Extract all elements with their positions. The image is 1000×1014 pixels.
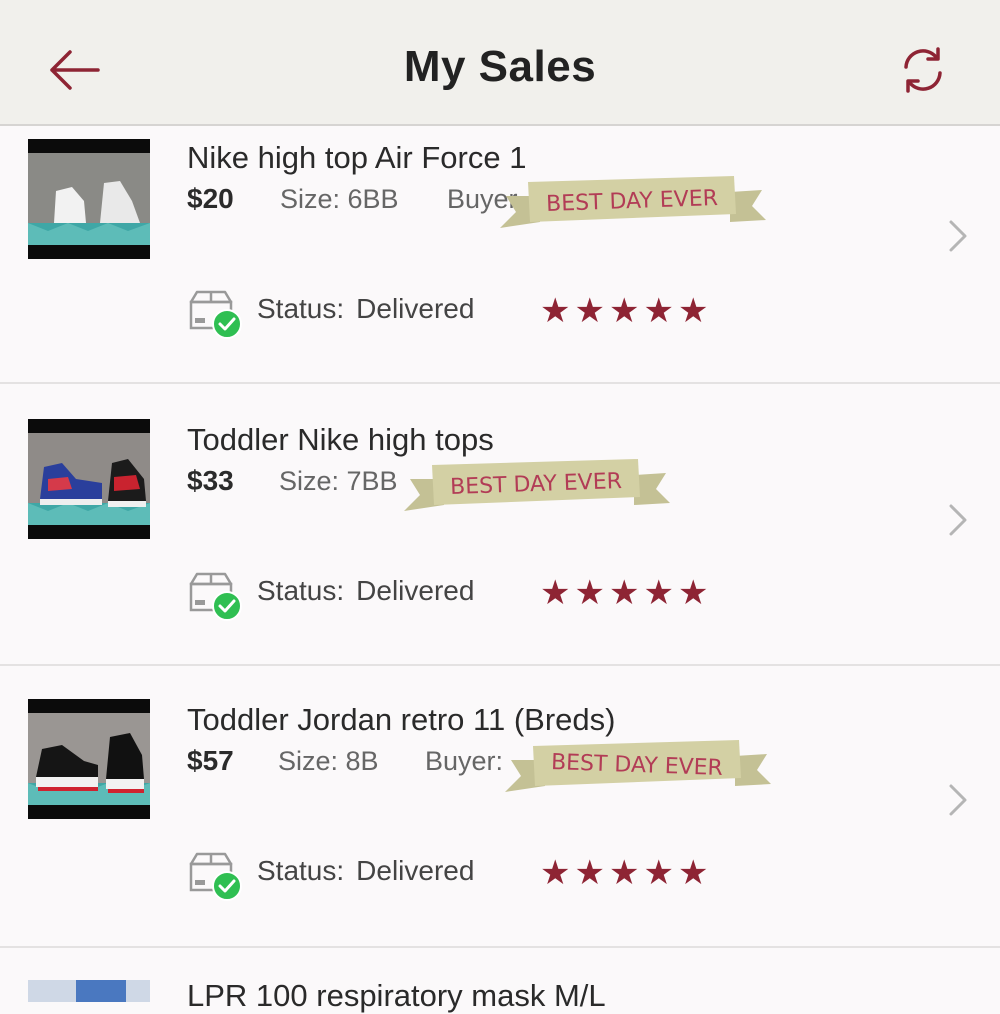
best-day-ever-ribbon: BEST DAY EVER [500, 176, 766, 228]
rating-stars: ★ ★ ★ ★ ★ [540, 292, 712, 330]
package-delivered-icon [189, 572, 242, 621]
product-thumbnail [28, 980, 150, 1002]
star-icon: ★ [677, 292, 709, 330]
order-status: Status: Delivered [257, 855, 474, 887]
best-day-ever-ribbon: BEST DAY EVER [505, 740, 771, 792]
item-price: $33 [187, 465, 234, 496]
item-title: Nike high top Air Force 1 [187, 140, 527, 175]
order-status: Status: Delivered [257, 293, 474, 325]
best-day-ever-ribbon: BEST DAY EVER [404, 459, 670, 511]
chevron-right-icon [949, 504, 967, 536]
star-icon: ★ [643, 574, 674, 612]
product-thumbnail [28, 419, 150, 539]
chevron-right-icon [949, 784, 967, 816]
refresh-icon[interactable] [898, 45, 948, 95]
rating-stars: ★ ★ ★ ★ ★ [540, 574, 712, 612]
item-size: Size: 8B [278, 746, 379, 776]
sale-row[interactable]: Toddler Nike high tops $33 Size: 7BB BES… [0, 384, 1000, 666]
star-icon: ★ [574, 854, 605, 892]
status-label: Status: [257, 575, 345, 606]
rating-stars: ★ ★ ★ ★ ★ [540, 854, 712, 892]
sale-row[interactable]: Toddler Jordan retro 11 (Breds) $57 Size… [0, 666, 1000, 948]
item-size: Size: 6BB [280, 184, 399, 214]
item-price: $20 [187, 183, 234, 214]
star-icon: ★ [677, 854, 709, 892]
product-thumbnail [28, 699, 150, 819]
item-price: $57 [187, 745, 234, 776]
product-thumbnail [28, 139, 150, 259]
item-title: Toddler Jordan retro 11 (Breds) [187, 702, 616, 737]
status-label: Status: [257, 293, 345, 324]
star-icon: ★ [540, 854, 571, 892]
star-icon: ★ [643, 854, 674, 892]
star-icon: ★ [677, 574, 709, 612]
star-icon: ★ [574, 292, 605, 330]
star-icon: ★ [574, 574, 605, 612]
star-icon: ★ [608, 854, 640, 892]
page-title: My Sales [403, 42, 597, 91]
chevron-right-icon [949, 220, 967, 252]
sale-row[interactable]: LPR 100 respiratory mask M/L [0, 978, 1000, 1013]
package-delivered-icon [189, 852, 242, 901]
package-delivered-icon [189, 290, 242, 339]
star-icon: ★ [643, 292, 674, 330]
top-app-bar: My Sales [0, 0, 1000, 126]
star-icon: ★ [540, 574, 571, 612]
star-icon: ★ [608, 292, 640, 330]
sale-row[interactable]: Nike high top Air Force 1 $20 Size: 6BB … [0, 126, 1000, 384]
order-status: Status: Delivered [257, 575, 474, 607]
status-value: Delivered [356, 293, 475, 324]
item-size: Size: 7BB [279, 466, 398, 496]
item-title: Toddler Nike high tops [187, 422, 494, 457]
star-icon: ★ [608, 574, 640, 612]
sales-list: Nike high top Air Force 1 $20 Size: 6BB … [0, 126, 1000, 948]
status-label: Status: [257, 855, 345, 886]
item-title: LPR 100 respiratory mask M/L [187, 978, 606, 1013]
star-icon: ★ [540, 292, 571, 330]
status-value: Delivered [356, 575, 475, 606]
buyer-label: Buyer: [425, 746, 504, 776]
status-value: Delivered [356, 855, 475, 886]
